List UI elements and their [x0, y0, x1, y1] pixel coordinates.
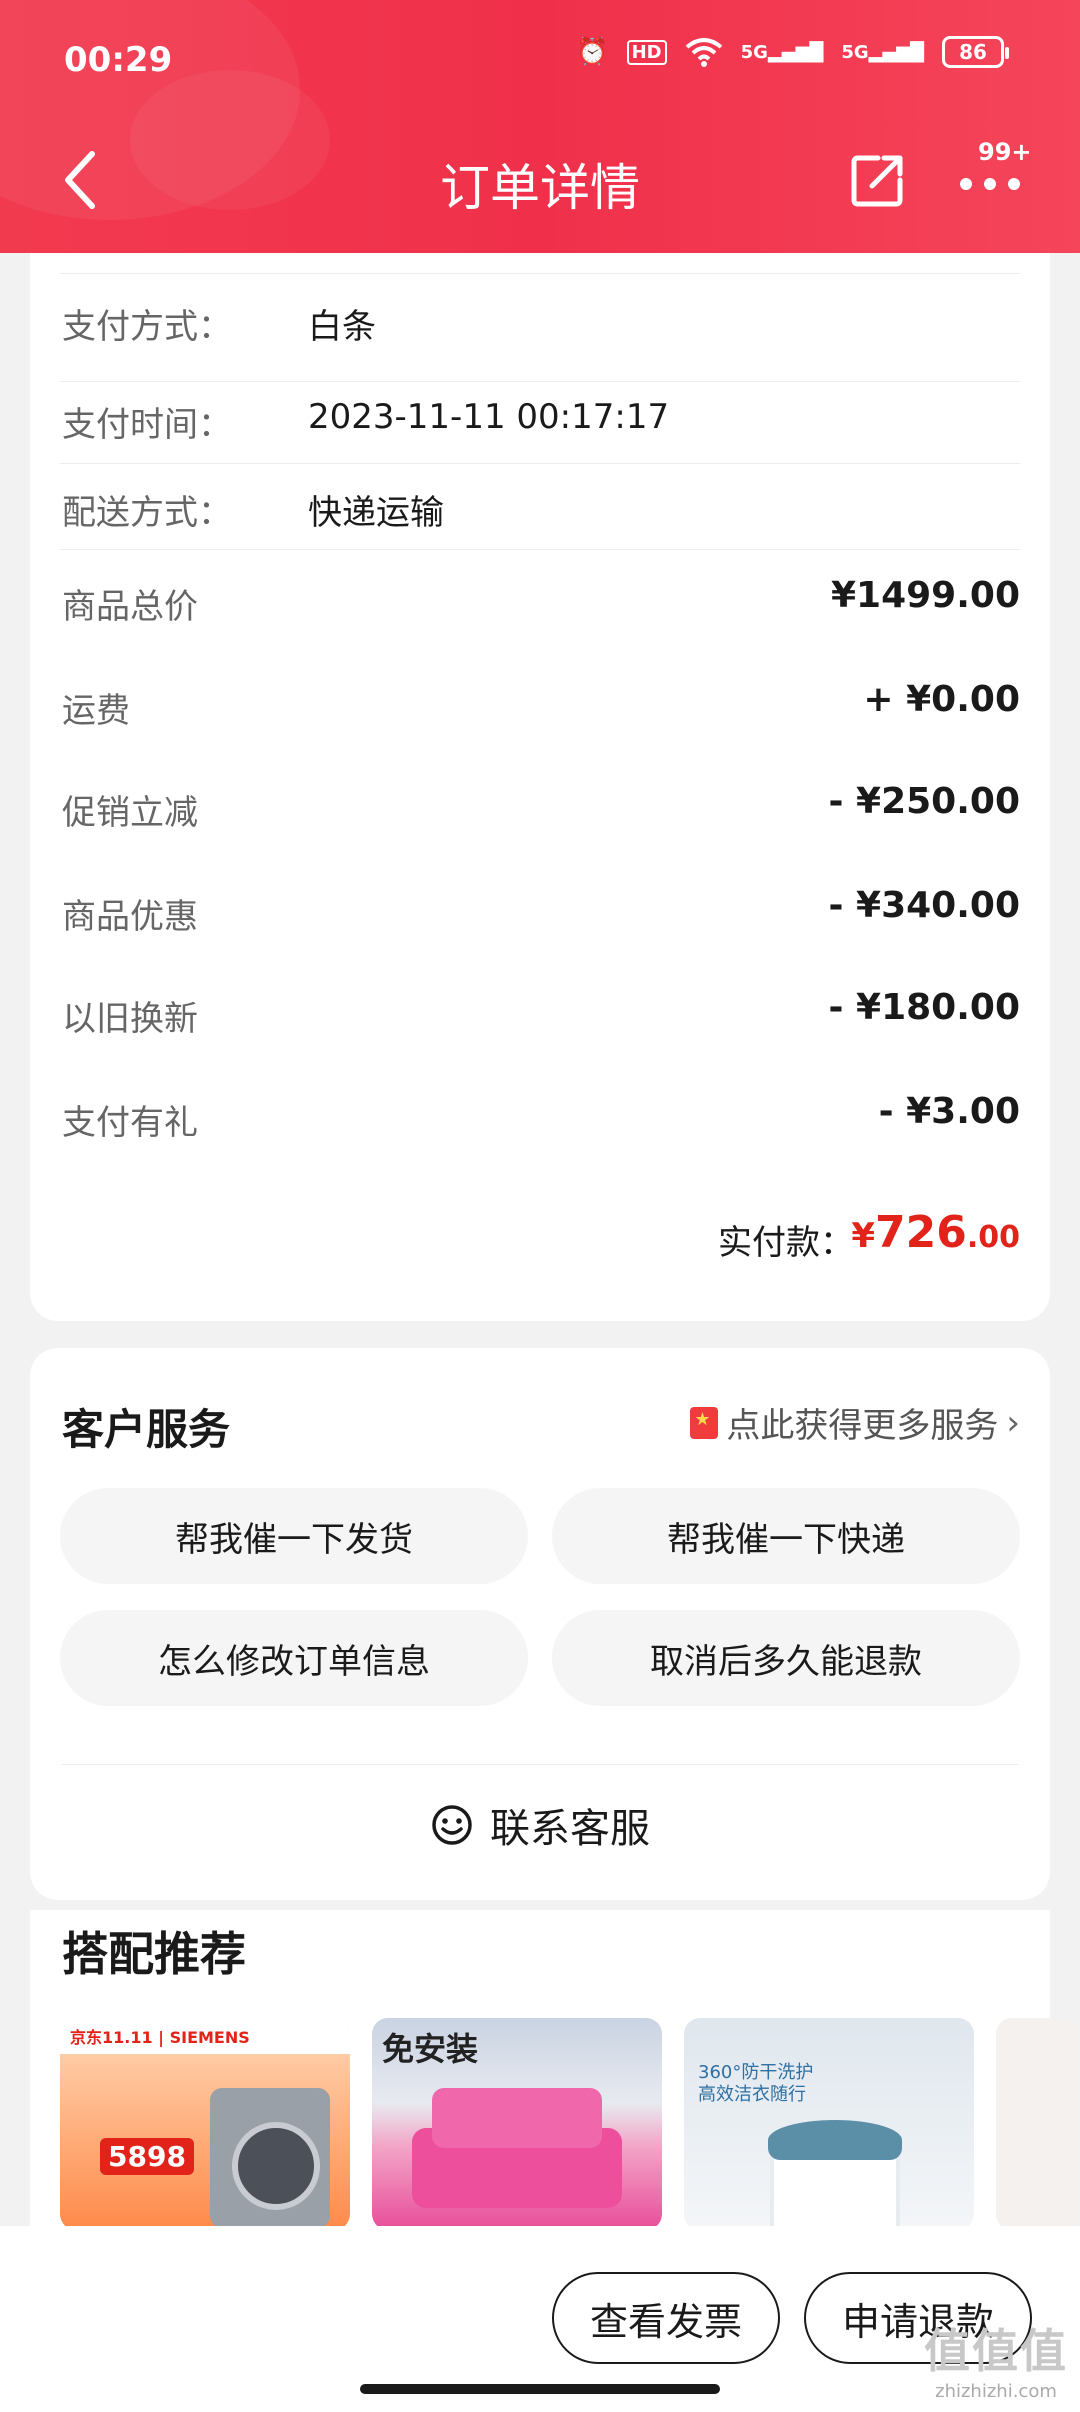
contact-service-button[interactable]: 联系客服 — [30, 1796, 1050, 1854]
price-row-label: 运费 — [62, 691, 130, 731]
watermark-url: zhizhizhi.com — [935, 2381, 1057, 2402]
price-row-value: - ¥340.00 — [828, 885, 1020, 926]
more-services-label: 点此获得更多服务 — [726, 1406, 999, 1446]
washer-image — [210, 2088, 330, 2228]
divider — [60, 549, 1020, 550]
modify-order-button[interactable]: 怎么修改订单信息 — [60, 1610, 528, 1706]
sofa-image — [412, 2088, 622, 2208]
header-bar: 00:29 ⏰ HD 5G▂▄▆█ 5G▂▄▆█ 86 订单详情 99+ — [0, 0, 1080, 253]
service-flag-icon — [690, 1406, 719, 1439]
divider — [60, 463, 1020, 464]
watermark: 值值值 zhizhizhi.com — [924, 2315, 1068, 2402]
customer-service-title: 客户服务 — [62, 1405, 231, 1454]
wifi-icon — [685, 38, 722, 67]
status-time: 00:29 — [64, 40, 173, 80]
payment-time-label: 支付时间： — [62, 405, 232, 445]
more-services-link[interactable]: 点此获得更多服务 › — [690, 1398, 1020, 1447]
view-invoice-button[interactable]: 查看发票 — [552, 2272, 780, 2364]
laundry-bucket-image — [768, 2120, 902, 2230]
paid-decimal: .00 — [966, 1220, 1020, 1255]
price-row-label: 商品优惠 — [62, 897, 198, 937]
product-card[interactable]: 免安装 — [372, 2018, 662, 2230]
product-card[interactable] — [996, 2018, 1076, 2230]
recommendation-section: 搭配推荐 京东11.11 | SIEMENS 5898 免安装 360°防干洗护… — [30, 1910, 1076, 2230]
product-card[interactable]: 京东11.11 | SIEMENS 5898 — [60, 2018, 350, 2230]
paid-amount-value: ¥726.00 — [851, 1207, 1020, 1258]
alarm-icon: ⏰ — [576, 37, 609, 67]
product-tag: 免安装 — [382, 2030, 479, 2068]
order-detail-card: 支付方式： 白条 支付时间： 2023-11-11 00:17:17 配送方式：… — [30, 253, 1050, 1321]
watermark-logo: 值值值 — [924, 2324, 1068, 2378]
price-row-label: 支付有礼 — [62, 1103, 198, 1143]
hd-icon: HD — [626, 39, 667, 65]
delivery-method-value: 快递运输 — [308, 493, 444, 533]
price-row-value: + ¥0.00 — [863, 679, 1020, 720]
message-badge: 99+ — [978, 138, 1032, 166]
recommendation-title: 搭配推荐 — [62, 1927, 246, 1981]
product-price: 5898 — [100, 2138, 194, 2175]
signal-5g-icon: 5G▂▄▆█ — [740, 41, 824, 63]
price-row-value: - ¥180.00 — [828, 987, 1020, 1028]
payment-method-value: 白条 — [308, 307, 376, 347]
battery-level: 86 — [959, 40, 987, 64]
price-row-label: 促销立减 — [62, 793, 198, 833]
paid-currency: ¥ — [851, 1216, 875, 1256]
battery-icon: 86 — [942, 36, 1009, 68]
price-row-label: 商品总价 — [62, 587, 198, 627]
contact-service-label: 联系客服 — [490, 1806, 650, 1852]
paid-integer: 726 — [874, 1207, 967, 1258]
more-icon[interactable] — [958, 162, 1022, 196]
share-icon[interactable] — [848, 150, 908, 210]
product-tag: 360°防干洗护 高效洁衣随行 — [698, 2062, 814, 2105]
product-card[interactable]: 360°防干洗护 高效洁衣随行 — [684, 2018, 974, 2230]
price-row-label: 以旧换新 — [62, 999, 198, 1039]
signal-5g-label: 5G — [740, 41, 768, 63]
refund-time-button[interactable]: 取消后多久能退款 — [552, 1610, 1020, 1706]
smiley-icon — [432, 1805, 472, 1845]
urge-shipping-button[interactable]: 帮我催一下发货 — [60, 1488, 528, 1584]
status-icons: ⏰ HD 5G▂▄▆█ 5G▂▄▆█ 86 — [576, 36, 1009, 68]
signal-5g-label: 5G — [841, 41, 869, 63]
chevron-right-icon: › — [1006, 1402, 1020, 1443]
price-row-value: ¥1499.00 — [830, 575, 1020, 616]
signal-5g-icon: 5G▂▄▆█ — [841, 41, 924, 63]
payment-method-label: 支付方式： — [62, 307, 232, 347]
urge-delivery-button[interactable]: 帮我催一下快递 — [552, 1488, 1020, 1584]
price-row-value: - ¥250.00 — [828, 781, 1020, 822]
price-row-value: - ¥3.00 — [878, 1091, 1020, 1132]
page-title: 订单详情 — [440, 159, 640, 217]
paid-amount-label: 实付款： — [718, 1223, 854, 1263]
divider — [62, 1764, 1018, 1765]
home-indicator[interactable] — [360, 2384, 720, 2394]
divider — [60, 381, 1020, 382]
divider — [60, 273, 1020, 274]
payment-time-value: 2023-11-11 00:17:17 — [308, 397, 670, 437]
delivery-method-label: 配送方式： — [62, 493, 232, 533]
customer-service-card: 客户服务 点此获得更多服务 › 帮我催一下发货 帮我催一下快递 怎么修改订单信息… — [30, 1348, 1050, 1900]
product-tag: 京东11.11 | SIEMENS — [60, 2018, 350, 2054]
